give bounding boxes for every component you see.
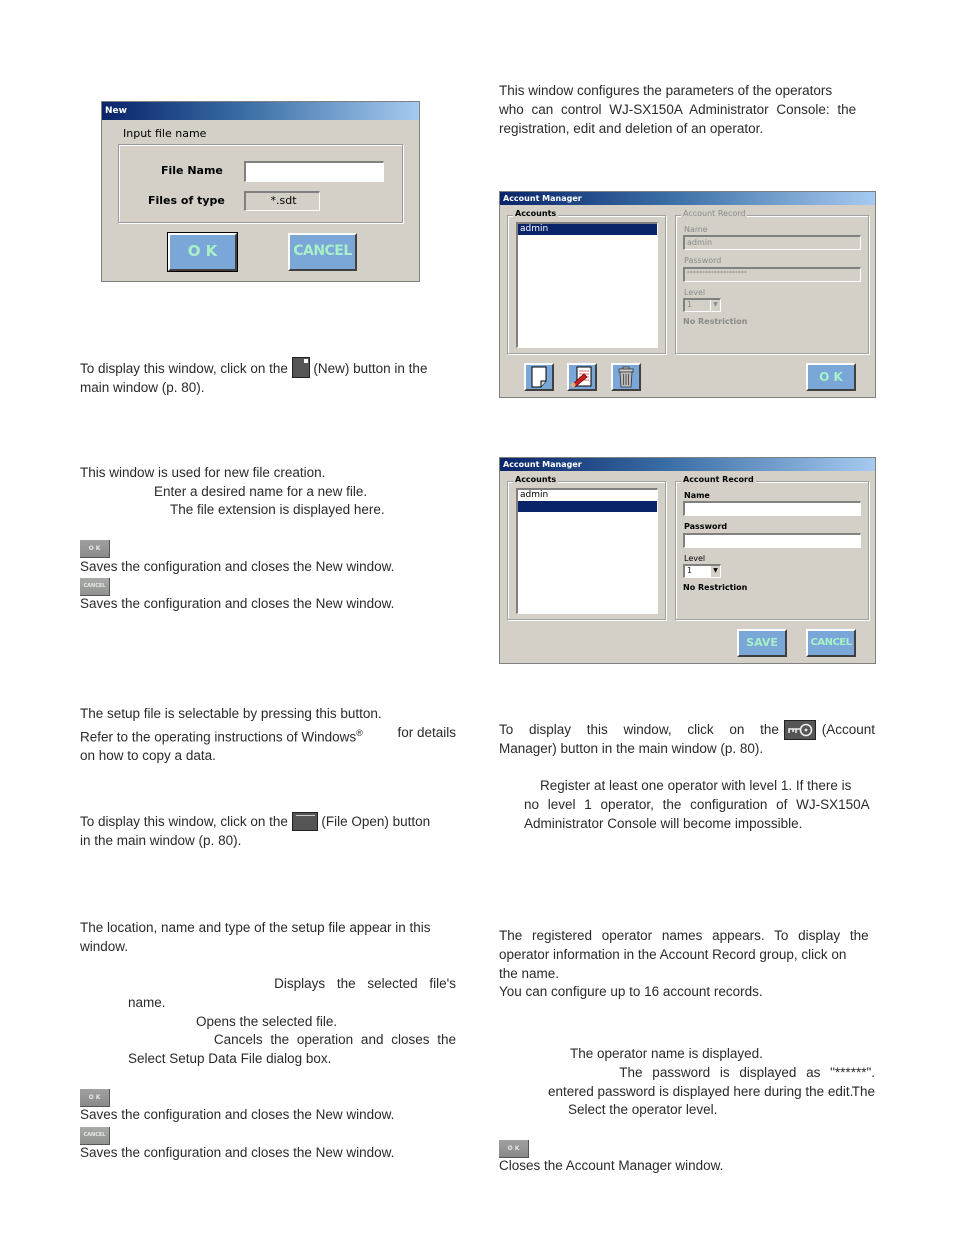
- password-label: Password: [684, 256, 722, 265]
- dialog-title: Account Manager: [500, 192, 875, 205]
- accounts-list[interactable]: admin: [516, 222, 658, 348]
- chevron-down-icon[interactable]: ▼: [710, 566, 720, 577]
- accounts-list[interactable]: admin: [516, 488, 658, 614]
- ok-button[interactable]: O K: [167, 232, 238, 272]
- name-label: Name: [684, 225, 708, 234]
- ok-description: Saves the configuration and closes the N…: [80, 1107, 395, 1122]
- account-item-admin[interactable]: admin: [518, 490, 657, 501]
- accounts-label: Accounts: [513, 209, 559, 218]
- setup-file-description: The setup file is selectable by pressing…: [80, 706, 456, 764]
- cancel-mini-button-icon: CANCEL: [80, 1127, 110, 1145]
- cancel-button[interactable]: CANCEL: [806, 629, 856, 657]
- name-field: admin: [683, 235, 861, 250]
- intro-line-1: This window configures the parameters of…: [499, 83, 833, 98]
- opens-description: Opens the selected file.: [196, 1014, 338, 1029]
- password-field: ********************: [683, 267, 861, 282]
- ok-mini-button-icon: O K: [80, 1089, 110, 1107]
- trash-icon: [618, 366, 634, 388]
- account-display-instruction: To display this window, click on the (Ac…: [499, 720, 875, 756]
- location-description: The location, name and type of the setup…: [80, 920, 431, 954]
- account-manager-intro: This window configures the parameters of…: [499, 82, 875, 138]
- level-label: Level: [684, 288, 706, 297]
- password-label: Password: [684, 522, 728, 531]
- ok-mini-button-icon: O K: [80, 540, 110, 558]
- cancels-description: Cancels the operation and closes the: [213, 1032, 456, 1047]
- cancel-button[interactable]: CANCEL: [288, 233, 357, 271]
- accounts-description: The registered operator names appears. T…: [499, 928, 869, 1000]
- files-of-type-field: *.sdt: [244, 191, 320, 211]
- cancel-description: Saves the configuration and closes the N…: [80, 1145, 395, 1160]
- account-item-new[interactable]: [518, 501, 657, 512]
- save-button[interactable]: SAVE: [737, 629, 787, 657]
- file-name-input[interactable]: [244, 161, 384, 182]
- account-item-admin[interactable]: admin: [518, 224, 657, 235]
- account-record-label: Account Record: [681, 209, 748, 218]
- folder-icon: [291, 812, 318, 831]
- displays-description: Displays the selected file's: [274, 976, 456, 991]
- key-icon: [784, 720, 817, 740]
- level-description: Select the operator level.: [568, 1102, 718, 1117]
- password-description-2: entered password is displayed here durin…: [548, 1084, 854, 1099]
- file-group: [118, 144, 403, 223]
- delete-account-button[interactable]: [611, 363, 641, 391]
- name-description: The operator name is displayed.: [570, 1046, 763, 1061]
- account-manager-dialog-edit: Account Manager Accounts admin Account R…: [499, 457, 876, 664]
- password-input[interactable]: [683, 533, 861, 548]
- level-label: Level: [684, 554, 706, 563]
- chevron-down-icon: ▼: [710, 300, 720, 311]
- files-of-type-description: The file extension is displayed here.: [170, 502, 385, 517]
- displays-description-2: name.: [128, 995, 166, 1010]
- files-of-type-label: Files of type: [148, 194, 225, 207]
- dialog-title: Account Manager: [500, 458, 875, 471]
- open-display-instruction: To display this window, click on the (Fi…: [80, 812, 431, 848]
- level-select[interactable]: 1 ▼: [683, 564, 721, 578]
- accounts-label: Accounts: [513, 475, 559, 484]
- new-account-button[interactable]: [524, 363, 554, 391]
- new-display-instruction: To display this window, click on the (Ne…: [80, 357, 456, 398]
- level-select: 1 ▼: [683, 298, 721, 312]
- file-name-label: File Name: [161, 164, 223, 177]
- input-file-name-label: Input file name: [123, 127, 207, 140]
- new-account-icon: [531, 366, 547, 388]
- ok-description: Saves the configuration and closes the N…: [80, 559, 395, 574]
- name-label: Name: [684, 491, 710, 500]
- edit-account-button[interactable]: [567, 363, 597, 391]
- cancel-description: Saves the configuration and closes the N…: [80, 596, 395, 611]
- new-file-icon: [291, 357, 310, 378]
- cancel-mini-button-icon: CANCEL: [80, 578, 110, 596]
- ok-button[interactable]: O K: [806, 363, 856, 391]
- restriction-label: No Restriction: [683, 317, 748, 326]
- new-window-description: This window is used for new file creatio…: [80, 465, 326, 480]
- restriction-label: No Restriction: [683, 583, 748, 592]
- new-file-dialog: New Input file name File Name Files of t…: [101, 101, 420, 282]
- account-manager-dialog-view: Account Manager Accounts admin Account R…: [499, 191, 876, 398]
- cancels-description-2: Select Setup Data File dialog box.: [128, 1051, 332, 1066]
- account-record-label: Account Record: [681, 475, 756, 484]
- ok-mini-button-icon: O K: [499, 1140, 529, 1158]
- dialog-title: New: [102, 102, 419, 120]
- edit-account-icon: [570, 366, 592, 388]
- ok-description: Closes the Account Manager window.: [499, 1158, 724, 1173]
- level-note: Register at least one operator with leve…: [524, 778, 870, 831]
- name-input[interactable]: [683, 501, 861, 516]
- file-name-description: Enter a desired name for a new file.: [154, 484, 368, 499]
